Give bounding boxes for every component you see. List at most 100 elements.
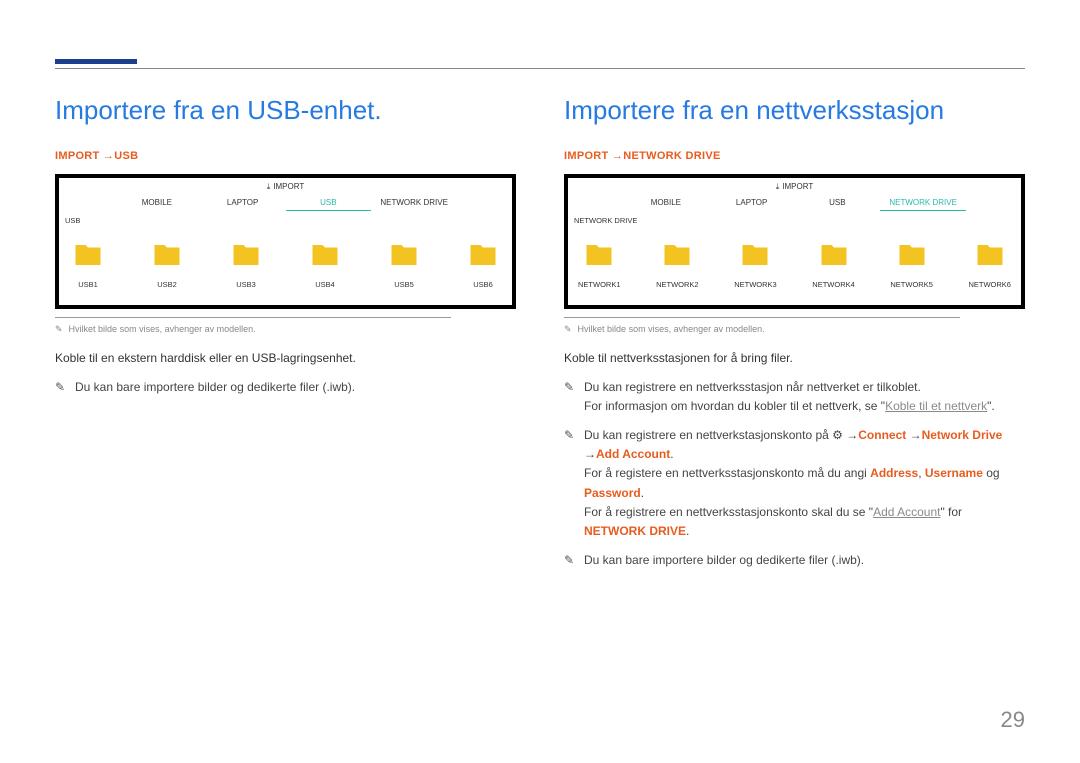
path-connect: Connect <box>858 428 906 442</box>
folder-icon <box>148 240 186 270</box>
folder-icon <box>385 240 423 270</box>
link-connect-network[interactable]: Koble til et nettverk <box>885 399 987 413</box>
folder-icon <box>815 240 853 270</box>
image-divider <box>55 317 451 318</box>
image-caption: Hvilket bilde som vises, avhenger av mod… <box>564 324 1025 335</box>
list-item: Du kan bare importere bilder og dedikert… <box>564 551 1025 570</box>
screen-title: IMPORT <box>568 178 1021 195</box>
folder: NETWORK5 <box>890 240 933 289</box>
list-item: Du kan registrere en nettverkstasjonskon… <box>564 426 1025 541</box>
header-accent-bar <box>55 59 137 64</box>
tab-usb: USB <box>795 195 881 211</box>
heading-usb: Importere fra en USB-enhet. <box>55 95 516 126</box>
folder-label: USB5 <box>385 280 423 289</box>
folder: USB3 <box>227 240 265 289</box>
arrow-icon <box>843 428 858 442</box>
body-usb: Koble til en ekstern harddisk eller en U… <box>55 349 516 368</box>
folder: USB6 <box>464 240 502 289</box>
folder: NETWORK3 <box>734 240 777 289</box>
folder-label: NETWORK6 <box>968 280 1011 289</box>
b2-line3a: For å registrere en nettverksstasjonskon… <box>584 505 873 519</box>
screen-crumb: NETWORK DRIVE <box>568 211 1021 230</box>
period: . <box>686 524 689 538</box>
and: og <box>983 466 1000 480</box>
path-import: IMPORT <box>564 150 609 162</box>
folder-icon <box>69 240 107 270</box>
folder-label: NETWORK1 <box>578 280 621 289</box>
folder: USB2 <box>148 240 186 289</box>
folder: NETWORK1 <box>578 240 621 289</box>
tab-usb: USB <box>286 195 372 211</box>
folder-icon <box>658 240 696 270</box>
path-import: IMPORT <box>55 150 100 162</box>
heading-network: Importere fra en nettverksstasjon <box>564 95 1025 126</box>
comma: , <box>918 466 925 480</box>
arrow-icon <box>584 447 596 461</box>
folder-label: NETWORK5 <box>890 280 933 289</box>
folder-label: USB2 <box>148 280 186 289</box>
screen-title: IMPORT <box>59 178 512 195</box>
bullet-list-usb: Du kan bare importere bilder og dedikert… <box>55 378 516 397</box>
tab-network: NETWORK DRIVE <box>880 195 966 211</box>
folder: USB5 <box>385 240 423 289</box>
folder-icon <box>736 240 774 270</box>
screenshot-usb: IMPORT MOBILE LAPTOP USB NETWORK DRIVE U… <box>55 174 516 309</box>
header-divider <box>55 68 1025 69</box>
list-item: Du kan registrere en nettverksstasjon nå… <box>564 378 1025 416</box>
b3: Du kan bare importere bilder og dedikert… <box>584 553 864 567</box>
folder-label: USB4 <box>306 280 344 289</box>
image-divider <box>564 317 960 318</box>
folder: USB4 <box>306 240 344 289</box>
field-username: Username <box>925 466 983 480</box>
folder: NETWORK4 <box>812 240 855 289</box>
arrow-icon <box>906 428 921 442</box>
folder-label: USB1 <box>69 280 107 289</box>
folder-icon <box>893 240 931 270</box>
b2-line2a: For å registere en nettverksstasjonskont… <box>584 466 870 480</box>
folder-label: NETWORK3 <box>734 280 777 289</box>
field-password: Password <box>584 486 641 500</box>
tab-mobile: MOBILE <box>623 195 709 211</box>
arrow-icon <box>609 150 624 162</box>
breadcrumb-network: IMPORTNETWORK DRIVE <box>564 150 1025 162</box>
column-network: Importere fra en nettverksstasjon IMPORT… <box>564 95 1025 580</box>
screen-crumb: USB <box>59 211 512 230</box>
path-network-drive: Network Drive <box>922 428 1003 442</box>
arrow-icon <box>100 150 115 162</box>
tab-laptop: LAPTOP <box>200 195 286 211</box>
breadcrumb-usb: IMPORT USB <box>55 150 516 162</box>
path-add-account: Add Account <box>596 447 670 461</box>
tab-mobile: MOBILE <box>114 195 200 211</box>
tab-laptop: LAPTOP <box>709 195 795 211</box>
folder-label: NETWORK2 <box>656 280 699 289</box>
list-item: Du kan bare importere bilder og dedikert… <box>55 378 516 397</box>
column-usb: Importere fra en USB-enhet. IMPORTUSB IM… <box>55 95 516 580</box>
folder: NETWORK6 <box>968 240 1011 289</box>
path-target: USB <box>114 150 138 162</box>
link-add-account[interactable]: Add Account <box>873 505 940 519</box>
network-drive-label: NETWORK DRIVE <box>584 524 686 538</box>
folder-label: USB6 <box>464 280 502 289</box>
image-caption: Hvilket bilde som vises, avhenger av mod… <box>55 324 516 335</box>
tab-network: NETWORK DRIVE <box>371 195 457 211</box>
b1-line2b: ". <box>987 399 995 413</box>
bullet-list-network: Du kan registrere en nettverksstasjon nå… <box>564 378 1025 571</box>
bullet-text: Du kan bare importere bilder og dedikert… <box>75 380 355 394</box>
folder-icon <box>306 240 344 270</box>
b1-line1: Du kan registrere en nettverksstasjon nå… <box>584 380 921 394</box>
b2-line3b: " for <box>940 505 962 519</box>
folder: USB1 <box>69 240 107 289</box>
folder-icon <box>580 240 618 270</box>
field-address: Address <box>870 466 918 480</box>
b2a: Du kan registrere en nettverkstasjonskon… <box>584 428 832 442</box>
screen-tabs: MOBILE LAPTOP USB NETWORK DRIVE <box>59 195 512 211</box>
screenshot-network: IMPORT MOBILE LAPTOP USB NETWORK DRIVE N… <box>564 174 1025 309</box>
page-number: 29 <box>1001 707 1025 733</box>
folder-icon <box>227 240 265 270</box>
b1-line2a: For informasjon om hvordan du kobler til… <box>584 399 885 413</box>
period: . <box>670 447 673 461</box>
folder-grid: NETWORK1 NETWORK2 NETWORK3 NETWORK4 NETW… <box>568 230 1021 289</box>
screen-tabs: MOBILE LAPTOP USB NETWORK DRIVE <box>568 195 1021 211</box>
folder-label: NETWORK4 <box>812 280 855 289</box>
folder-label: USB3 <box>227 280 265 289</box>
